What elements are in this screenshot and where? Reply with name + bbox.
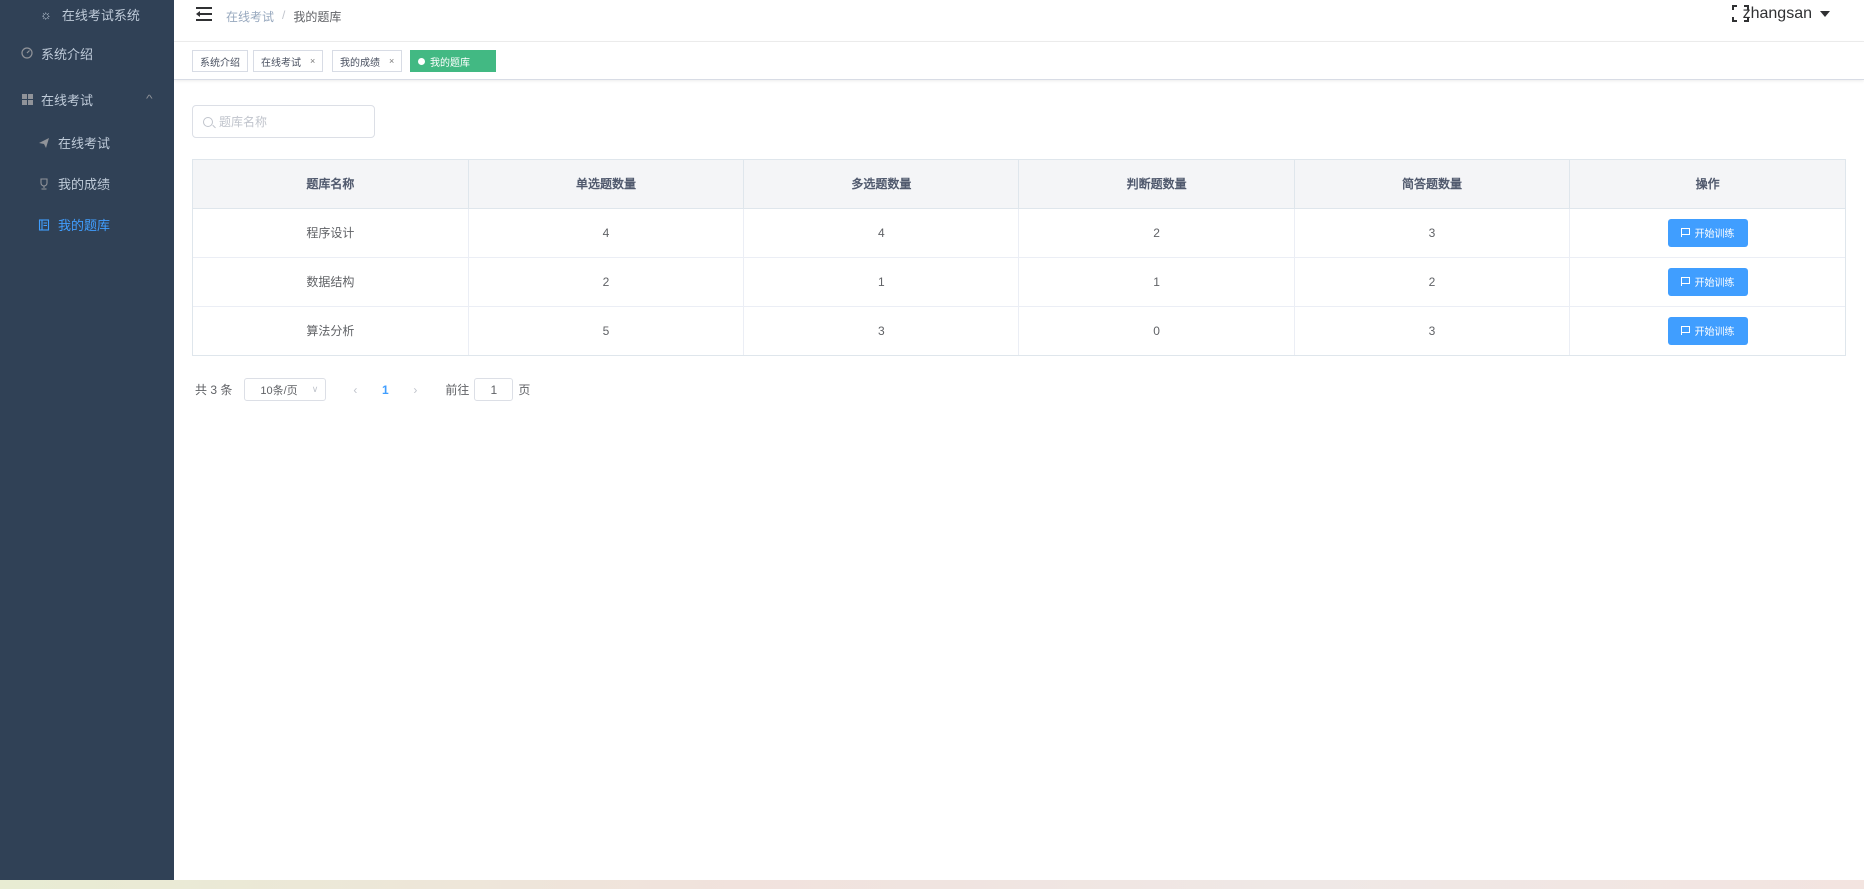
start-training-button[interactable]: 开始训练 xyxy=(1667,316,1748,345)
sidebar-item-online-exam[interactable]: 在线考试 xyxy=(0,122,174,163)
active-dot-icon xyxy=(418,57,425,65)
cell-single-count: 2 xyxy=(468,257,745,307)
grid-icon xyxy=(20,92,34,106)
cell-judge-count: 1 xyxy=(1018,257,1295,307)
tag-label: 我的成绩 xyxy=(340,57,380,69)
button-label: 开始训练 xyxy=(1694,229,1735,240)
sidebar-item-label: 系统介绍 xyxy=(41,46,94,62)
user-dropdown[interactable]: zhangsan xyxy=(1743,5,1830,23)
cell-bank-name: 算法分析 xyxy=(193,306,469,355)
hamburger-icon[interactable] xyxy=(196,7,212,21)
breadcrumb-item-current: 我的题库 xyxy=(293,10,342,24)
caret-down-icon xyxy=(1820,11,1830,17)
column-header-short-answer: 简答题数量 xyxy=(1294,160,1571,209)
tag-label: 在线考试 xyxy=(261,57,301,69)
tag-online-exam[interactable]: 在线考试 × xyxy=(253,50,324,72)
column-header-actions: 操作 xyxy=(1569,160,1845,209)
cell-actions: 开始训练 xyxy=(1569,257,1845,307)
close-icon[interactable]: × xyxy=(310,56,315,66)
sidebar-submenu-online-exam[interactable]: 在线考试 ^ xyxy=(0,76,174,122)
goto-page-input[interactable] xyxy=(474,378,514,401)
page-size-value: 10条/页 xyxy=(260,384,298,397)
breadcrumb-item-online-exam[interactable]: 在线考试 xyxy=(226,8,274,25)
column-header-single-choice: 单选题数量 xyxy=(468,160,745,209)
chevron-up-icon: ^ xyxy=(146,93,153,105)
sidebar-item-label: 在线考试 xyxy=(58,136,111,151)
flag-icon xyxy=(1680,326,1690,336)
cell-multi-count: 4 xyxy=(743,208,1020,258)
close-icon[interactable]: × xyxy=(389,56,394,66)
flag-icon xyxy=(1680,228,1690,237)
sidebar-item-system-intro[interactable]: 系统介绍 xyxy=(0,30,174,76)
tags-view: 系统介绍 在线考试 × 我的成绩 × 我的题库 xyxy=(174,42,1864,80)
chevron-down-icon: ∨ xyxy=(311,384,319,394)
username: zhangsan xyxy=(1742,5,1812,22)
tag-my-scores[interactable]: 我的成绩 × xyxy=(332,50,403,72)
dashboard-icon xyxy=(20,46,34,60)
cell-actions: 开始训练 xyxy=(1569,208,1845,258)
page-size-select[interactable]: 10条/页 ∨ xyxy=(244,378,327,401)
sidebar: ☼ 在线考试系统 系统介绍 在线考试 ^ 在线考试 我的成绩 我的题库 xyxy=(0,0,174,880)
cell-actions: 开始训练 xyxy=(1570,306,1845,355)
breadcrumb: 在线考试 / 我的题库 xyxy=(226,8,341,25)
table-row: 数据结构 2 1 1 2 开始训练 xyxy=(193,257,1845,307)
button-label: 开始训练 xyxy=(1694,327,1735,339)
cell-multi-count: 3 xyxy=(743,306,1020,355)
cell-short-count: 3 xyxy=(1294,306,1571,355)
column-header-bank-name: 题库名称 xyxy=(193,160,469,209)
search-icon xyxy=(203,116,213,127)
search-box[interactable] xyxy=(192,105,375,138)
cell-multi-count: 1 xyxy=(743,257,1020,307)
start-training-button[interactable]: 开始训练 xyxy=(1667,267,1748,296)
page-jumper: 前往 页 xyxy=(445,378,530,401)
column-header-multi-choice: 多选题数量 xyxy=(743,160,1020,209)
flag-icon xyxy=(1680,277,1690,286)
tag-label: 系统介绍 xyxy=(200,57,240,69)
cell-short-count: 2 xyxy=(1294,257,1571,307)
desktop-taskbar-strip xyxy=(0,880,1864,889)
sidebar-item-label: 我的成绩 xyxy=(58,177,111,192)
navbar: 在线考试 / 我的题库 zhangsan xyxy=(174,0,1864,42)
cell-judge-count: 2 xyxy=(1018,208,1295,258)
trophy-icon xyxy=(37,177,51,191)
tag-label: 我的题库 xyxy=(430,57,470,69)
sidebar-item-label: 我的题库 xyxy=(58,218,111,233)
page-number-current[interactable]: 1 xyxy=(370,383,400,397)
cell-single-count: 5 xyxy=(468,306,745,355)
sidebar-item-my-question-bank[interactable]: 我的题库 xyxy=(0,204,174,245)
cell-bank-name: 程序设计 xyxy=(193,208,469,258)
table-row: 算法分析 5 3 0 3 开始训练 xyxy=(193,306,1845,355)
cell-judge-count: 0 xyxy=(1018,306,1295,355)
book-icon xyxy=(37,218,51,232)
tag-system-intro[interactable]: 系统介绍 xyxy=(192,50,248,72)
breadcrumb-separator: / xyxy=(282,8,286,22)
column-header-true-false: 判断题数量 xyxy=(1018,160,1295,209)
sun-icon: ☼ xyxy=(40,6,52,22)
search-input[interactable] xyxy=(219,114,359,129)
button-label: 开始训练 xyxy=(1694,278,1735,289)
sidebar-item-my-scores[interactable]: 我的成绩 xyxy=(0,163,174,204)
pagination-total: 共 3 条 xyxy=(195,383,233,397)
start-training-button[interactable]: 开始训练 xyxy=(1667,218,1748,247)
cell-single-count: 4 xyxy=(468,208,745,258)
sidebar-logo[interactable]: ☼ 在线考试系统 xyxy=(0,0,174,28)
cell-bank-name: 数据结构 xyxy=(193,257,469,307)
logo-text: 在线考试系统 xyxy=(61,7,140,23)
question-bank-table: 题库名称 单选题数量 多选题数量 判断题数量 简答题数量 操作 程序设计 4 4… xyxy=(192,159,1846,356)
next-page-icon[interactable]: › xyxy=(400,383,430,397)
tag-my-question-bank[interactable]: 我的题库 xyxy=(410,50,496,72)
pagination: 共 3 条 10条/页 ∨ ‹ 1 › 前往 页 xyxy=(195,378,530,401)
goto-prefix: 前往 xyxy=(445,383,470,397)
prev-page-icon[interactable]: ‹ xyxy=(340,383,370,397)
paper-plane-icon xyxy=(37,136,51,150)
goto-suffix: 页 xyxy=(518,383,531,397)
sidebar-item-label: 在线考试 xyxy=(41,92,94,108)
table-row: 程序设计 4 4 2 3 开始训练 xyxy=(193,208,1845,258)
cell-short-count: 3 xyxy=(1294,208,1571,258)
table-header-row: 题库名称 单选题数量 多选题数量 判断题数量 简答题数量 操作 xyxy=(193,160,1845,209)
